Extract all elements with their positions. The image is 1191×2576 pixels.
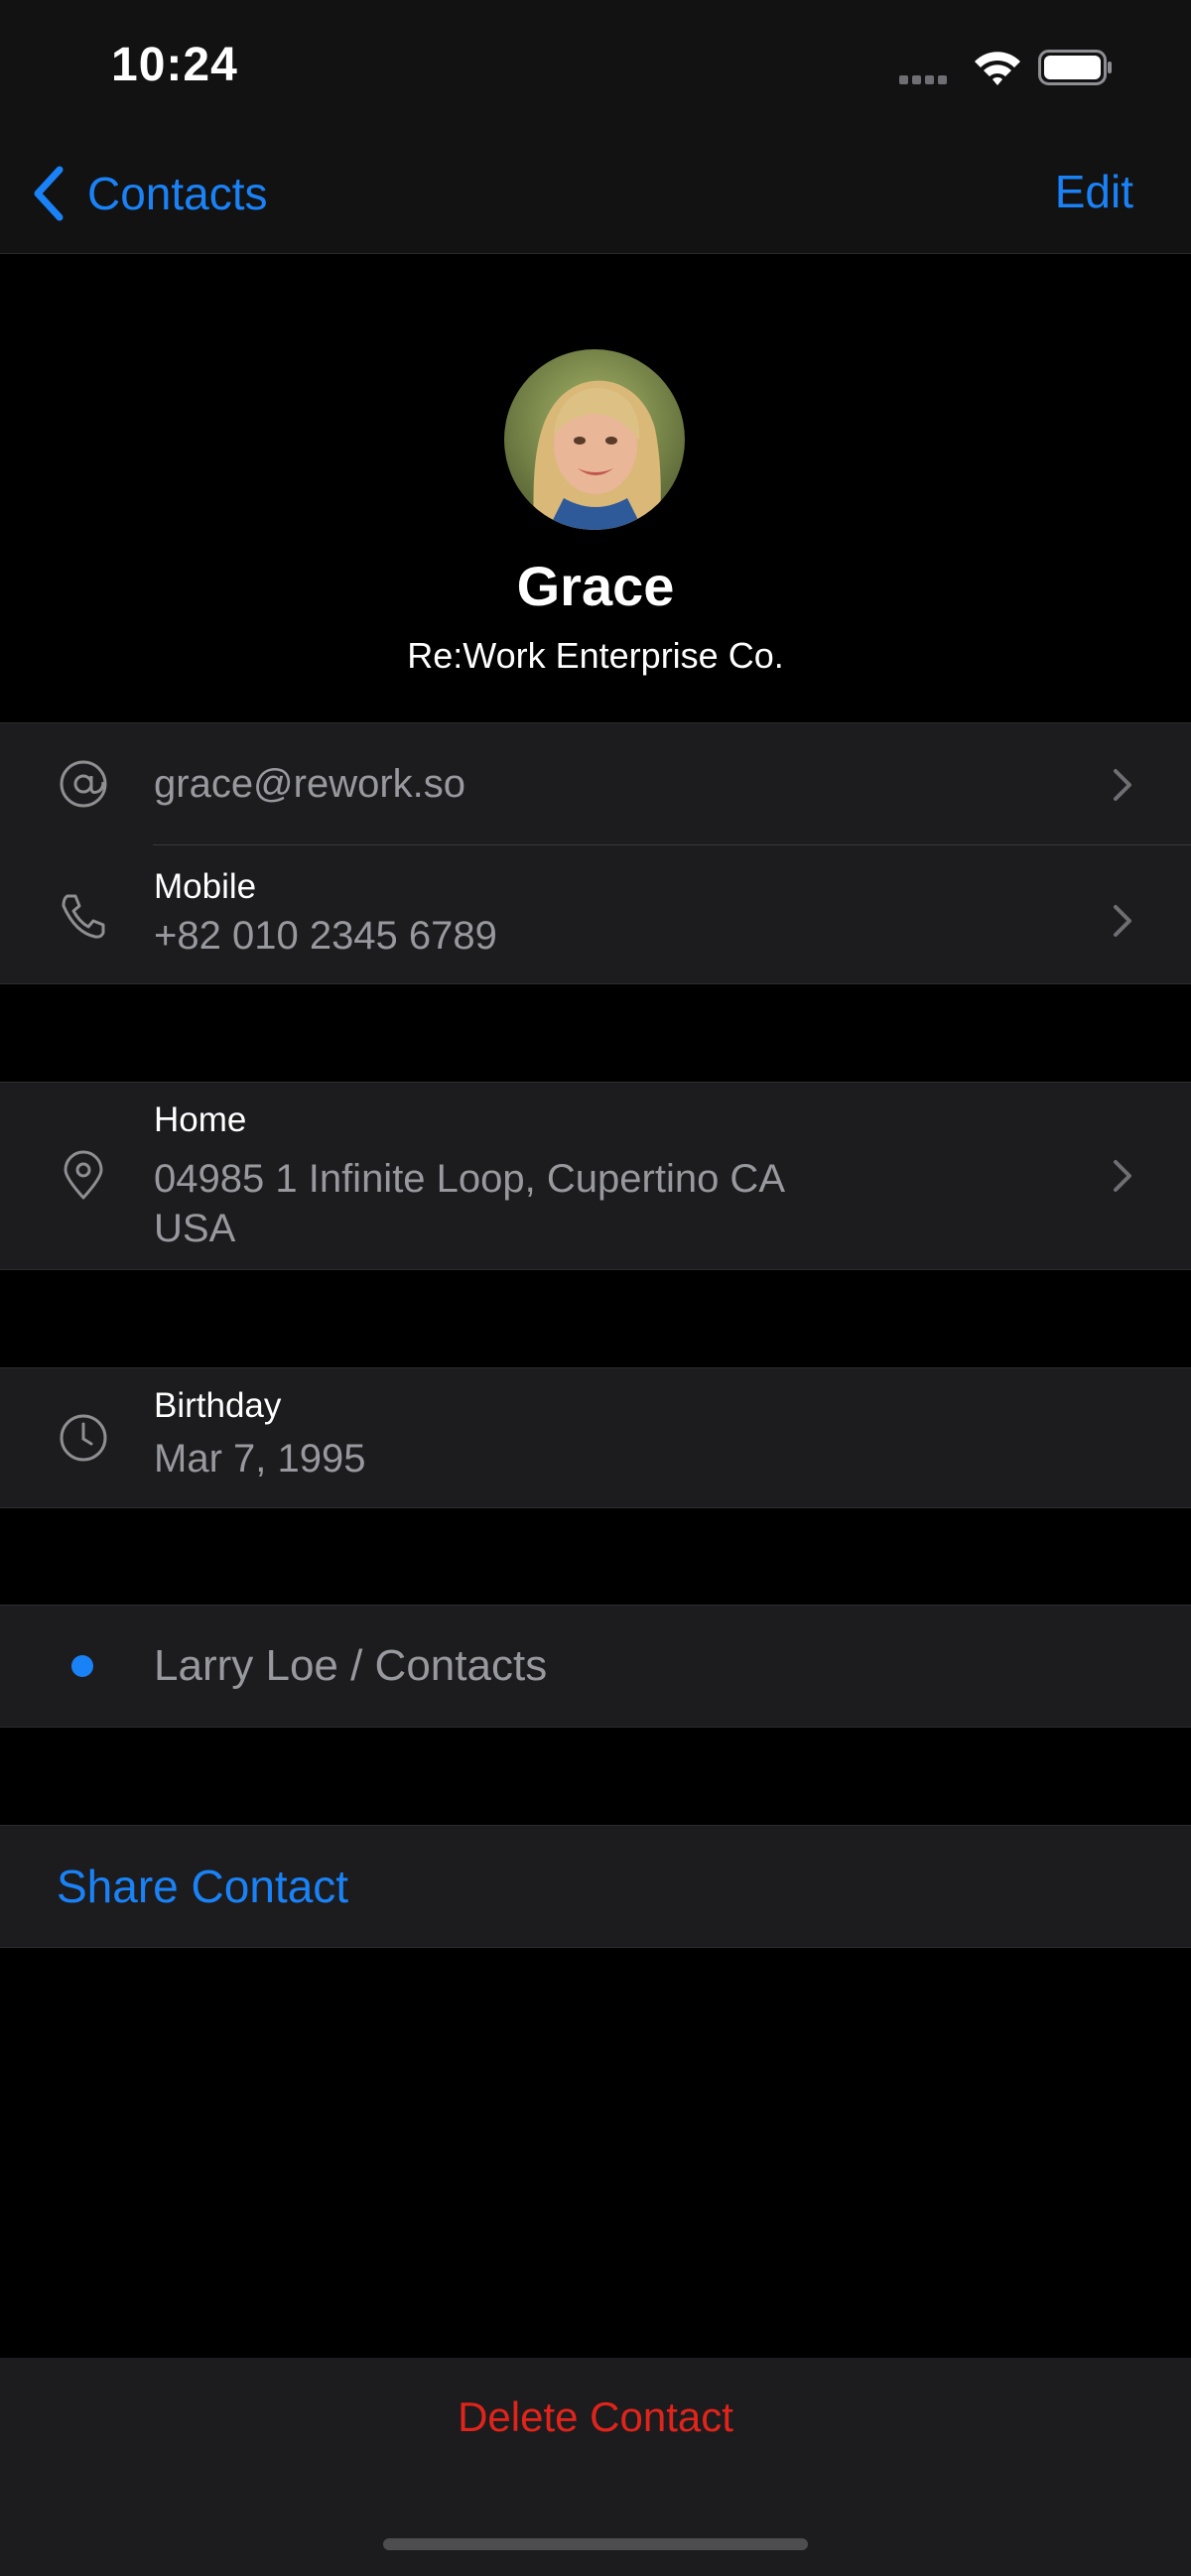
address-row[interactable]: Home 04985 1 Infinite Loop, Cupertino CA… [0, 1083, 1191, 1269]
phone-row[interactable]: Mobile +82 010 2345 6789 [0, 845, 1191, 983]
birthday-row: Birthday Mar 7, 1995 [0, 1368, 1191, 1507]
address-group: Home 04985 1 Infinite Loop, Cupertino CA… [0, 1082, 1191, 1270]
back-chevron-icon [34, 166, 64, 221]
contact-company: Re:Work Enterprise Co. [407, 635, 784, 676]
account-group: Larry Loe / Contacts [0, 1605, 1191, 1728]
delete-contact-button[interactable]: Delete Contact [0, 2393, 1191, 2441]
status-time: 10:24 [111, 39, 238, 91]
wifi-icon [975, 52, 1020, 85]
address-line2: USA [154, 1207, 236, 1250]
edit-button[interactable]: Edit [1055, 165, 1133, 218]
birthday-value: Mar 7, 1995 [154, 1437, 366, 1481]
phone-icon [62, 894, 105, 939]
clock-icon [60, 1414, 107, 1462]
contact-methods-group: grace@rework.so Mobile +82 010 2345 6789 [0, 722, 1191, 984]
back-button[interactable]: Contacts [30, 159, 268, 228]
share-group: Share Contact [0, 1825, 1191, 1948]
birthday-group: Birthday Mar 7, 1995 [0, 1367, 1191, 1508]
avatar-photo [504, 349, 685, 530]
disclosure-chevron-icon [1114, 905, 1131, 937]
disclosure-chevron-icon [1114, 1160, 1131, 1192]
email-value: grace@rework.so [154, 762, 466, 806]
avatar[interactable] [504, 349, 685, 530]
cellular-signal-icon [899, 71, 959, 84]
location-pin-icon [64, 1150, 103, 1200]
contact-name: Grace [516, 555, 675, 617]
account-dot-icon [71, 1655, 93, 1677]
account-value: Larry Loe / Contacts [154, 1641, 548, 1690]
address-label: Home [154, 1100, 247, 1139]
nav-divider [0, 253, 1191, 254]
at-icon [60, 760, 107, 808]
birthday-label: Birthday [154, 1386, 282, 1425]
account-row[interactable]: Larry Loe / Contacts [0, 1606, 1191, 1727]
share-contact-button[interactable]: Share Contact [57, 1860, 348, 1913]
phone-label: Mobile [154, 867, 257, 906]
home-indicator[interactable] [383, 2538, 808, 2550]
phone-value: +82 010 2345 6789 [154, 914, 497, 958]
share-contact-row[interactable]: Share Contact [0, 1826, 1191, 1947]
disclosure-chevron-icon [1114, 769, 1131, 801]
battery-icon [1038, 50, 1112, 85]
address-line1: 04985 1 Infinite Loop, Cupertino CA [154, 1157, 785, 1201]
back-button-label: Contacts [87, 168, 268, 219]
email-row[interactable]: grace@rework.so [0, 723, 1191, 844]
